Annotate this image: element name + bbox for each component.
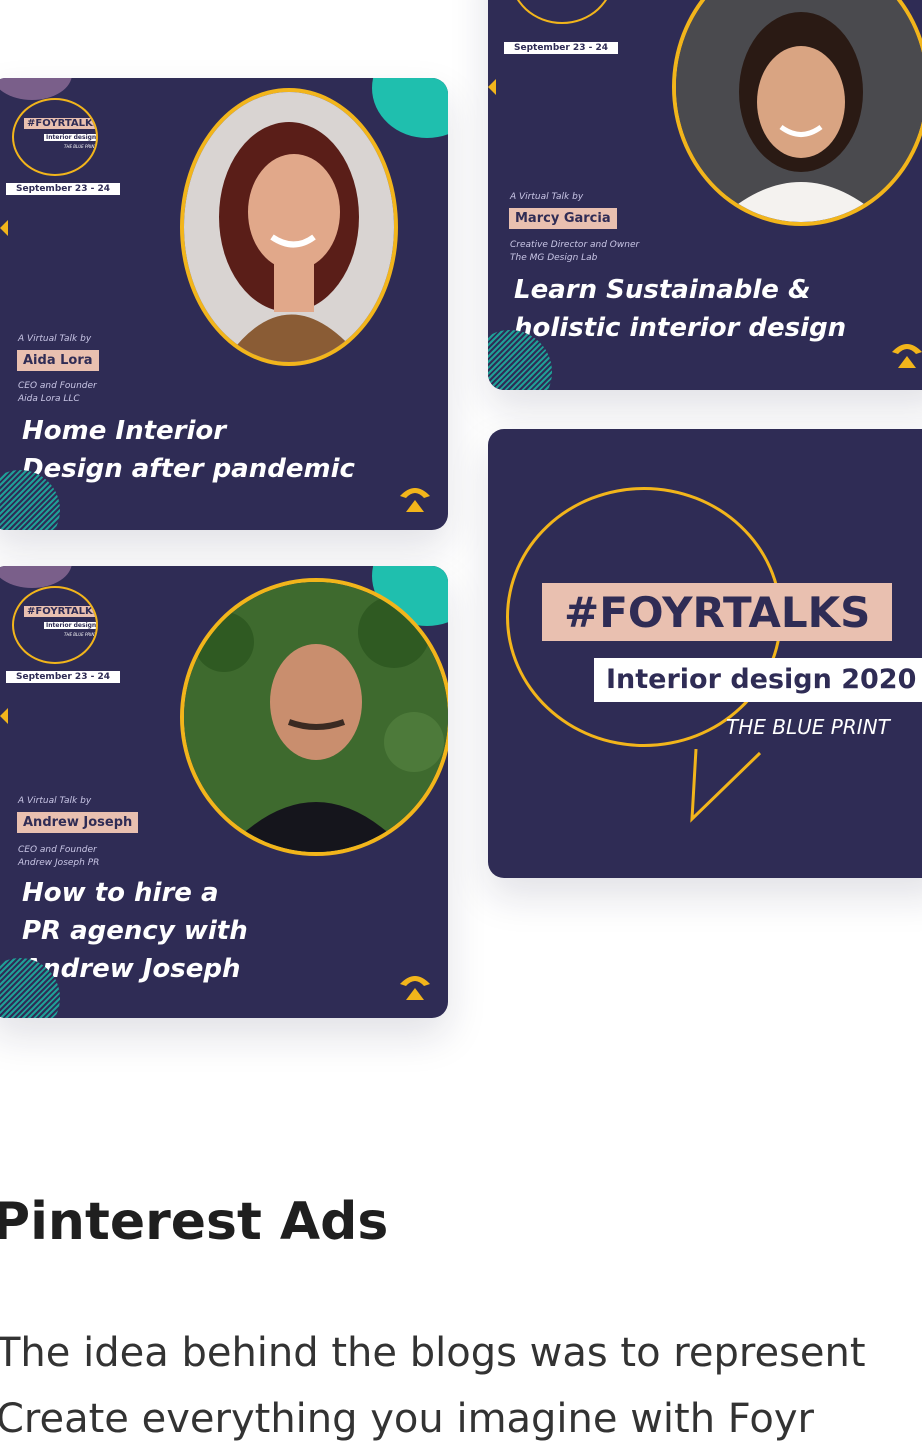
talk-title-line-1: Learn Sustainable & (514, 275, 811, 305)
speech-bubble-tail-icon (690, 749, 762, 823)
mini-hashtag: #FOYRTALKS (24, 606, 96, 617)
logo-subtitle: Interior design 2020 (594, 658, 922, 702)
speaker-photo (672, 0, 922, 226)
purple-blob-decoration (0, 566, 72, 588)
mini-logo-bubble: Interior design 2020 THE BLUE PRINT (510, 0, 614, 24)
speaker-photo (180, 578, 448, 856)
speaker-portrait-icon (184, 582, 448, 852)
talk-title-line-2: Design after pandemic (22, 454, 355, 484)
virtual-talk-label: A Virtual Talk by (510, 192, 584, 202)
mini-logo-bubble: #FOYRTALKS Interior design 2020 THE BLUE… (12, 98, 98, 176)
teal-blob-decoration (372, 78, 448, 138)
talk-title-line-1: Home Interior (22, 416, 227, 446)
virtual-talk-label: A Virtual Talk by (18, 796, 92, 806)
event-dates: September 23 - 24 (6, 183, 120, 195)
speaker-role: Creative Director and Owner (510, 240, 640, 250)
section-paragraph-line-1: The idea behind the blogs was to represe… (0, 1330, 866, 1376)
foyr-logo-icon (400, 488, 430, 512)
corner-marker-icon (488, 79, 496, 95)
speaker-role: CEO and Founder (18, 845, 97, 855)
section-heading: Pinterest Ads (0, 1192, 389, 1252)
corner-marker-icon (0, 708, 8, 724)
foyr-logo-icon (400, 976, 430, 1000)
foyr-logo-icon (892, 344, 922, 368)
virtual-talk-label: A Virtual Talk by (18, 334, 92, 344)
mini-subtitle: Interior design 2020 (44, 134, 96, 141)
speaker-company: The MG Design Lab (510, 253, 598, 263)
speaker-name: Aida Lora (17, 350, 99, 371)
speaker-photo (180, 88, 398, 366)
speaker-portrait-icon (676, 0, 922, 222)
speaker-portrait-icon (184, 92, 394, 362)
mini-hashtag: #FOYRTALKS (24, 118, 96, 129)
speaker-name: Marcy Garcia (509, 208, 617, 229)
speaker-company: Andrew Joseph PR (18, 858, 100, 868)
section-paragraph-line-2: Create everything you imagine with Foyr (0, 1396, 814, 1442)
ad-card-marcy-garcia[interactable]: Interior design 2020 THE BLUE PRINT Sept… (488, 0, 922, 390)
purple-blob-decoration (0, 78, 72, 100)
logo-hashtag: #FOYRTALKS (542, 583, 893, 641)
talk-title-line-2: PR agency with (22, 916, 248, 946)
event-dates: September 23 - 24 (504, 42, 618, 54)
mini-logo-bubble: #FOYRTALKS Interior design 2020 THE BLUE… (12, 586, 98, 664)
logo-tagline: THE BLUE PRINT (726, 715, 890, 739)
mini-subtitle: Interior design 2020 (44, 622, 96, 629)
mini-tagline: THE BLUE PRINT (64, 144, 97, 149)
ad-card-andrew-joseph[interactable]: #FOYRTALKS Interior design 2020 THE BLUE… (0, 566, 448, 1018)
ad-card-foyrtalks-logo[interactable]: #FOYRTALKS Interior design 2020 THE BLUE… (488, 429, 922, 878)
mini-tagline: THE BLUE PRINT (64, 632, 97, 637)
ad-card-aida-lora[interactable]: #FOYRTALKS Interior design 2020 THE BLUE… (0, 78, 448, 530)
speaker-role: CEO and Founder (18, 381, 97, 391)
event-dates: September 23 - 24 (6, 671, 120, 683)
speaker-name: Andrew Joseph (17, 812, 139, 833)
talk-title-line-1: How to hire a (22, 878, 219, 908)
corner-marker-icon (0, 220, 8, 236)
talk-title-line-2: holistic interior design (514, 313, 847, 343)
speaker-company: Aida Lora LLC (18, 394, 80, 404)
